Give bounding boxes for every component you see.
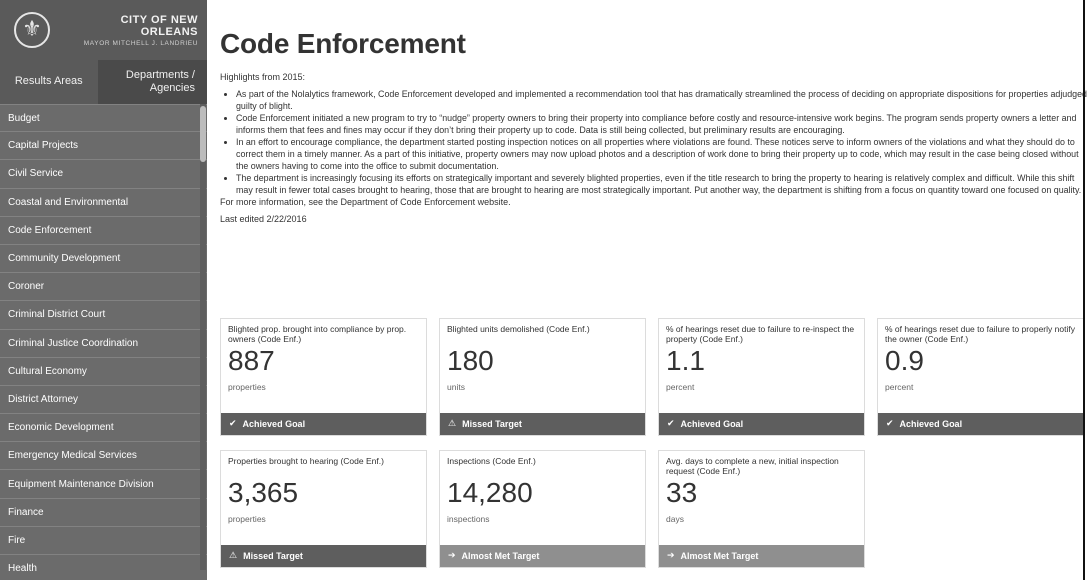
status-text: Achieved Goal — [680, 419, 744, 429]
status-badge: ✔ Achieved Goal — [659, 413, 864, 435]
nav-item-cultural-economy[interactable]: Cultural Economy — [0, 358, 207, 386]
sidebar: ⚜ CITY OF NEW ORLEANS MAYOR MITCHELL J. … — [0, 0, 207, 580]
metric-unit: days — [666, 514, 684, 524]
check-icon: ✔ — [667, 419, 675, 429]
metric-label: Properties brought to hearing (Code Enf.… — [228, 456, 384, 466]
metric-label: Blighted prop. brought into compliance b… — [228, 324, 407, 344]
metric-label: Blighted units demolished (Code Enf.) — [447, 324, 590, 334]
metric-unit: units — [447, 382, 465, 392]
brand-city: CITY OF NEW ORLEANS — [120, 13, 198, 38]
warning-icon: ⚠ — [448, 419, 457, 429]
status-text: Missed Target — [243, 551, 303, 561]
department-nav: Budget Capital Projects Civil Service Co… — [0, 104, 207, 580]
nav-item-civil-service[interactable]: Civil Service — [0, 160, 207, 189]
metric-card-body: Properties brought to hearing (Code Enf.… — [221, 451, 426, 545]
brand-text: CITY OF NEW ORLEANS MAYOR MITCHELL J. LA… — [62, 14, 198, 47]
status-text: Almost Met Target — [680, 551, 759, 561]
status-badge: ➔ Almost Met Target — [440, 545, 645, 567]
last-edited: Last edited 2/22/2016 — [220, 214, 307, 224]
status-text: Missed Target — [462, 419, 522, 429]
highlights-intro: Highlights from 2015: — [220, 72, 306, 82]
metric-card-body: % of hearings reset due to failure to re… — [659, 319, 864, 413]
fleur-de-lis-icon: ⚜ — [14, 12, 50, 48]
nav-item-community-development[interactable]: Community Development — [0, 245, 207, 274]
nav-item-health[interactable]: Health — [0, 555, 207, 580]
nav-item-district-attorney[interactable]: District Attorney — [0, 386, 207, 415]
highlight-item: In an effort to encourage compliance, th… — [236, 136, 1087, 172]
main-content: Code Enforcement Highlights from 2015: A… — [220, 0, 1087, 580]
metric-unit: inspections — [447, 514, 490, 524]
metric-card-body: Inspections (Code Enf.) 14,280 inspectio… — [440, 451, 645, 545]
highlight-item: Code Enforcement initiated a new program… — [236, 112, 1087, 136]
metric-cards: Blighted prop. brought into compliance b… — [220, 318, 1087, 568]
tab-departments-agencies[interactable]: Departments / Agencies — [97, 60, 207, 104]
metric-value: 0.9 — [885, 345, 924, 376]
brand-header[interactable]: ⚜ CITY OF NEW ORLEANS MAYOR MITCHELL J. … — [0, 0, 207, 60]
status-text: Almost Met Target — [461, 551, 540, 561]
nav-item-coroner[interactable]: Coroner — [0, 273, 207, 302]
metric-card-body: Avg. days to complete a new, initial ins… — [659, 451, 864, 545]
metric-value: 3,365 — [228, 477, 299, 508]
nav-item-budget[interactable]: Budget — [0, 104, 207, 133]
metric-value: 887 — [228, 345, 275, 376]
metric-unit: percent — [666, 382, 695, 392]
tab-results-areas[interactable]: Results Areas — [0, 60, 98, 104]
status-text: Achieved Goal — [242, 419, 306, 429]
status-badge: ⚠ Missed Target — [440, 413, 645, 435]
highlights-list: As part of the Nolalytics framework, Cod… — [220, 88, 1087, 196]
nav-item-criminal-district-court[interactable]: Criminal District Court — [0, 301, 207, 330]
nav-item-emergency-medical-services[interactable]: Emergency Medical Services — [0, 442, 207, 471]
status-badge: ⚠ Missed Target — [221, 545, 426, 567]
metric-card-body: % of hearings reset due to failure to pr… — [878, 319, 1083, 413]
arrow-right-icon: ➔ — [667, 551, 675, 561]
metric-unit: percent — [885, 382, 914, 392]
status-badge: ➔ Almost Met Target — [659, 545, 864, 567]
metric-card[interactable]: Blighted prop. brought into compliance b… — [220, 318, 427, 436]
nav-item-economic-development[interactable]: Economic Development — [0, 414, 207, 443]
sidebar-scroll-thumb[interactable] — [200, 106, 206, 162]
arrow-right-icon: ➔ — [448, 551, 456, 561]
nav-item-finance[interactable]: Finance — [0, 499, 207, 527]
brand-mayor: MAYOR MITCHELL J. LANDRIEU — [83, 39, 198, 47]
sidebar-scrollbar[interactable] — [200, 104, 206, 570]
metric-label: Inspections (Code Enf.) — [447, 456, 536, 466]
nav-item-equipment-maintenance[interactable]: Equipment Maintenance Division — [0, 470, 207, 499]
nav-item-coastal-environmental[interactable]: Coastal and Environmental — [0, 189, 207, 217]
sidebar-tabs: Results Areas Departments / Agencies — [0, 60, 207, 104]
metric-card-body: Blighted prop. brought into compliance b… — [221, 319, 426, 413]
warning-icon: ⚠ — [229, 551, 238, 561]
status-text: Achieved Goal — [899, 419, 963, 429]
status-badge: ✔ Achieved Goal — [221, 413, 426, 435]
metric-label: % of hearings reset due to failure to re… — [666, 324, 855, 344]
metric-card[interactable]: % of hearings reset due to failure to re… — [658, 318, 865, 436]
metric-card[interactable]: Avg. days to complete a new, initial ins… — [658, 450, 865, 568]
highlight-item: The department is increasingly focusing … — [236, 172, 1087, 196]
metric-value: 33 — [666, 477, 698, 508]
metric-unit: properties — [228, 514, 266, 524]
check-icon: ✔ — [229, 419, 237, 429]
metric-unit: properties — [228, 382, 266, 392]
metric-value: 14,280 — [447, 477, 533, 508]
metric-value: 1.1 — [666, 345, 705, 376]
metric-card[interactable]: Properties brought to hearing (Code Enf.… — [220, 450, 427, 568]
nav-item-criminal-justice-coordination[interactable]: Criminal Justice Coordination — [0, 330, 207, 358]
metric-card[interactable]: Inspections (Code Enf.) 14,280 inspectio… — [439, 450, 646, 568]
metric-card[interactable]: Blighted units demolished (Code Enf.) 18… — [439, 318, 646, 436]
scan-edge — [1083, 0, 1085, 580]
nav-item-capital-projects[interactable]: Capital Projects — [0, 132, 207, 161]
check-icon: ✔ — [886, 419, 894, 429]
nav-item-code-enforcement[interactable]: Code Enforcement — [0, 217, 207, 245]
page-title: Code Enforcement — [220, 28, 466, 59]
more-info-text: For more information, see the Department… — [220, 197, 511, 207]
metric-card[interactable]: % of hearings reset due to failure to pr… — [877, 318, 1084, 436]
status-badge: ✔ Achieved Goal — [878, 413, 1083, 435]
metric-card-body: Blighted units demolished (Code Enf.) 18… — [440, 319, 645, 413]
metric-value: 180 — [447, 345, 494, 376]
metric-label: Avg. days to complete a new, initial ins… — [666, 456, 839, 476]
highlight-item: As part of the Nolalytics framework, Cod… — [236, 88, 1087, 112]
metric-label: % of hearings reset due to failure to pr… — [885, 324, 1075, 344]
nav-item-fire[interactable]: Fire — [0, 527, 207, 555]
